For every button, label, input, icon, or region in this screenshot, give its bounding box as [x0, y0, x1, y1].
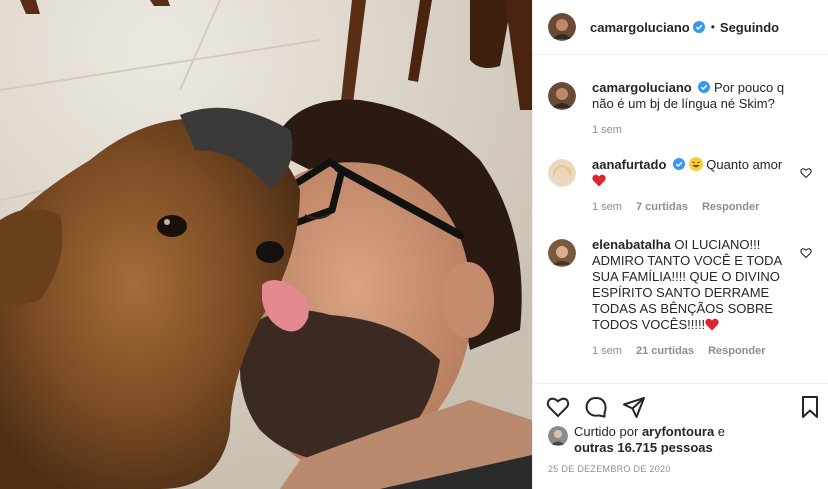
caption-avatar[interactable]	[548, 82, 576, 110]
comment-body: aanafurtado Quanto amor 1 sem 7 curtidas…	[592, 157, 802, 215]
comment-username[interactable]: elenabatalha	[592, 237, 671, 252]
comment-time[interactable]: 1 sem	[592, 343, 622, 359]
header-separator: •	[710, 20, 715, 34]
comment-username[interactable]: aanafurtado	[592, 157, 666, 172]
caption-meta: 1 sem	[592, 122, 802, 138]
caption-time[interactable]: 1 sem	[592, 122, 622, 138]
likes-count[interactable]: outras 16.715 pessoas	[574, 440, 713, 455]
bookmark-icon[interactable]	[798, 395, 822, 419]
photo-man-and-dog	[0, 0, 532, 489]
liked-by-conj: e	[717, 424, 726, 439]
liker-avatar[interactable]	[548, 426, 568, 446]
caption-username[interactable]: camargoluciano	[592, 80, 692, 95]
author-avatar[interactable]	[548, 13, 576, 41]
red-heart-emoji-icon	[592, 174, 606, 187]
comment-like-heart-icon[interactable]	[800, 167, 812, 179]
liked-by-text: Curtido por aryfontoura e outras 16.715 …	[574, 424, 754, 456]
red-heart-emoji-icon	[705, 318, 719, 331]
laughing-emoji-icon	[688, 157, 703, 171]
paper-plane-icon[interactable]	[622, 395, 646, 419]
comment-likes[interactable]: 7 curtidas	[636, 199, 688, 215]
instagram-post: camargoluciano • Seguindo camargoluciano…	[0, 0, 828, 489]
caption-body: camargoluciano Por pouco q não é um bj d…	[592, 80, 802, 138]
verified-badge-icon	[692, 21, 705, 33]
following-button[interactable]: Seguindo	[720, 20, 779, 35]
caption: camargoluciano Por pouco q não é um bj d…	[548, 80, 818, 138]
author-username[interactable]: camargoluciano	[590, 20, 690, 35]
post-photo[interactable]	[0, 0, 532, 489]
comment: elenabatalha OI LUCIANO!!! ADMIRO TANTO …	[548, 237, 818, 359]
verified-badge-icon	[698, 81, 711, 93]
liked-by: Curtido por aryfontoura e outras 16.715 …	[548, 424, 754, 456]
comment-text: Quanto amor	[706, 157, 783, 172]
commenter-avatar[interactable]	[548, 159, 576, 187]
liker-username[interactable]: aryfontoura	[642, 424, 714, 439]
comment: aanafurtado Quanto amor 1 sem 7 curtidas…	[548, 157, 818, 215]
heart-icon[interactable]	[546, 395, 570, 419]
comment-icon[interactable]	[584, 395, 608, 419]
post-date[interactable]: 25 DE DEZEMBRO DE 2020	[548, 464, 671, 474]
action-buttons	[546, 395, 646, 419]
comment-like-heart-icon[interactable]	[800, 247, 812, 259]
post-header: camargoluciano • Seguindo	[533, 0, 828, 55]
comment-time[interactable]: 1 sem	[592, 199, 622, 215]
comments-list[interactable]: camargoluciano Por pouco q não é um bj d…	[533, 56, 828, 382]
comment-likes[interactable]: 21 curtidas	[636, 343, 694, 359]
liked-by-prefix: Curtido por	[574, 424, 639, 439]
comment-body: elenabatalha OI LUCIANO!!! ADMIRO TANTO …	[592, 237, 802, 359]
comment-meta: 1 sem 7 curtidas Responder	[592, 199, 802, 215]
comment-meta: 1 sem 21 curtidas Responder	[592, 343, 802, 359]
verified-badge-icon	[673, 158, 686, 170]
post-actions: Curtido por aryfontoura e outras 16.715 …	[533, 383, 828, 483]
reply-button[interactable]: Responder	[702, 199, 759, 215]
commenter-avatar[interactable]	[548, 239, 576, 267]
reply-button[interactable]: Responder	[708, 343, 765, 359]
post-side-panel: camargoluciano • Seguindo camargoluciano…	[532, 0, 828, 489]
